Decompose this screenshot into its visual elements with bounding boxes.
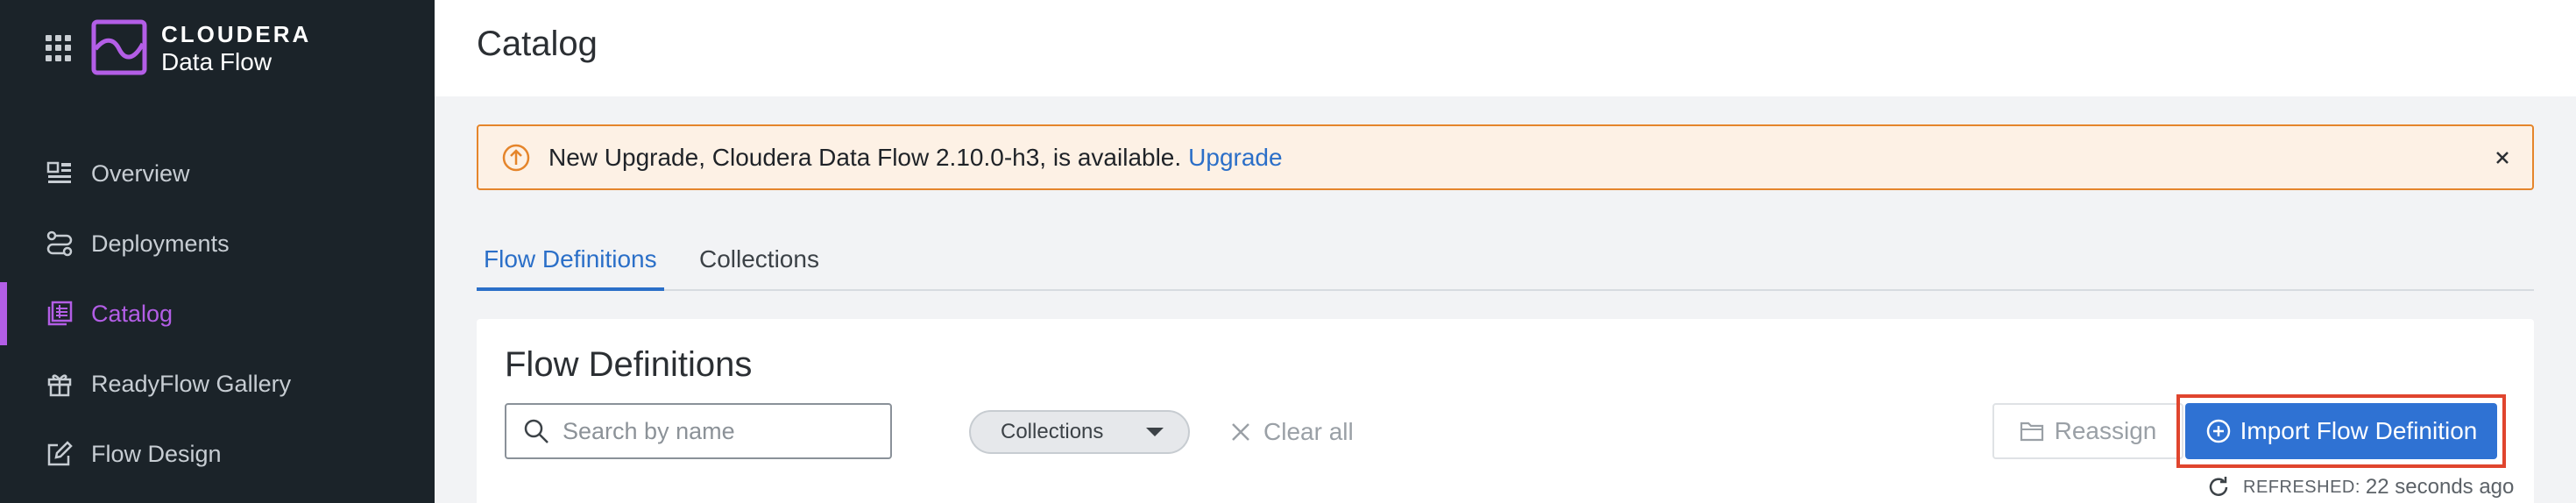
collections-filter-dropdown[interactable]: Collections xyxy=(969,410,1190,454)
page-header: Catalog xyxy=(435,0,2576,96)
import-highlight: Import Flow Definition xyxy=(2176,394,2506,468)
import-flow-definition-button[interactable]: Import Flow Definition xyxy=(2185,403,2497,459)
sidebar: CLOUDERA Data Flow Overview Deployments xyxy=(0,0,435,503)
sidebar-item-deployments[interactable]: Deployments xyxy=(0,209,435,279)
section-title: Flow Definitions xyxy=(505,345,753,384)
tab-collections[interactable]: Collections xyxy=(692,245,826,287)
brand-product: Data Flow xyxy=(161,48,272,75)
catalog-icon xyxy=(47,301,73,326)
brand: CLOUDERA Data Flow xyxy=(161,21,311,77)
reassign-label: Reassign xyxy=(2054,417,2157,444)
chevron-down-icon xyxy=(1146,428,1164,436)
reassign-button[interactable]: Reassign xyxy=(1992,403,2183,459)
tab-flow-definitions[interactable]: Flow Definitions xyxy=(477,245,664,291)
clear-all-label: Clear all xyxy=(1263,418,1354,445)
refreshed-label: REFRESHED: xyxy=(2243,477,2360,497)
search-input[interactable] xyxy=(563,417,878,445)
sidebar-item-overview[interactable]: Overview xyxy=(0,138,435,209)
overview-icon xyxy=(46,161,71,183)
brand-company: CLOUDERA xyxy=(161,21,312,47)
flow-definitions-card: Flow Definitions Collections Clear all R… xyxy=(477,319,2534,503)
upgrade-link[interactable]: Upgrade xyxy=(1188,144,1282,172)
edit-icon xyxy=(47,441,73,466)
catalog-tabs: Flow Definitions Collections xyxy=(477,237,2534,291)
import-label: Import Flow Definition xyxy=(2240,417,2478,444)
sidebar-item-label: Catalog xyxy=(91,300,173,327)
sidebar-item-label: Flow Design xyxy=(91,440,222,467)
banner-message: New Upgrade, Cloudera Data Flow 2.10.0-h… xyxy=(548,143,1182,171)
sidebar-item-catalog[interactable]: Catalog xyxy=(0,279,435,349)
search-icon xyxy=(524,419,548,443)
deployments-icon xyxy=(46,230,73,257)
refreshed-value: 22 seconds ago xyxy=(2365,475,2515,499)
cloudera-logo-icon xyxy=(91,19,147,75)
sidebar-item-label: Overview xyxy=(91,159,190,187)
folder-icon xyxy=(2020,422,2043,442)
sidebar-item-label: ReadyFlow Gallery xyxy=(91,370,292,397)
sidebar-nav: Overview Deployments Catalog ReadyFlow G… xyxy=(0,138,435,489)
collections-filter-label: Collections xyxy=(1001,420,1104,443)
upgrade-arrow-icon xyxy=(502,144,530,171)
page-title: Catalog xyxy=(477,25,598,63)
sidebar-item-readyflow-gallery[interactable]: ReadyFlow Gallery xyxy=(0,349,435,419)
sidebar-item-flow-design[interactable]: Flow Design xyxy=(0,419,435,489)
search-box xyxy=(505,403,892,459)
gift-icon xyxy=(47,374,72,397)
upgrade-banner: New Upgrade, Cloudera Data Flow 2.10.0-h… xyxy=(477,124,2534,190)
close-icon[interactable] xyxy=(2488,144,2516,172)
clear-icon xyxy=(1232,423,1249,441)
app-launcher-icon[interactable] xyxy=(46,35,72,61)
refresh-status: REFRESHED: 22 seconds ago xyxy=(2206,475,2514,499)
sidebar-item-label: Deployments xyxy=(91,230,230,257)
clear-all-button[interactable]: Clear all xyxy=(1228,410,1354,454)
refresh-icon[interactable] xyxy=(2206,475,2231,499)
plus-circle-icon xyxy=(2206,419,2230,443)
